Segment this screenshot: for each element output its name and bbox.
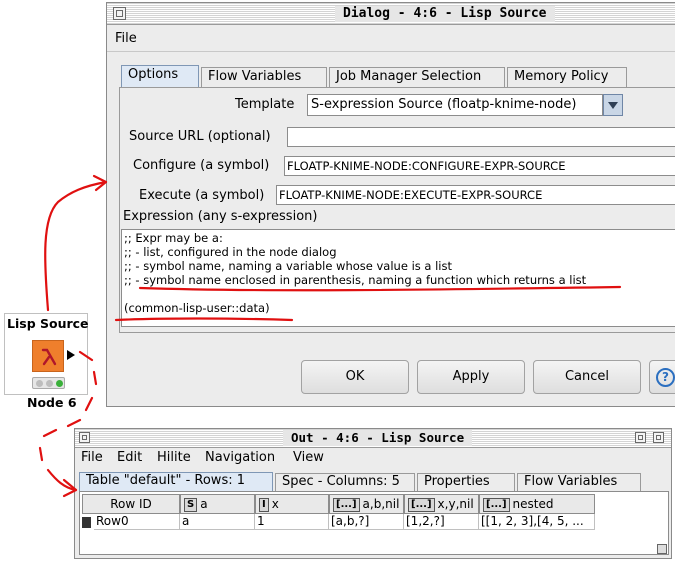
status-light-yellow (46, 380, 53, 387)
status-light-red (36, 380, 43, 387)
column-name: a (200, 497, 208, 511)
dialog-window: Dialog - 4:6 - Lisp Source File Options … (106, 2, 675, 407)
list-type-icon: [...] (408, 498, 435, 512)
menu-view[interactable]: View (293, 450, 324, 465)
chevron-down-icon (608, 102, 618, 109)
ok-button[interactable]: OK (301, 360, 409, 394)
dialog-menubar: File (107, 25, 675, 51)
template-label: Template (235, 97, 295, 112)
execute-label: Execute (a symbol) (139, 188, 265, 203)
help-button[interactable]: ? (649, 360, 675, 394)
menubar-divider (107, 51, 675, 52)
list-type-icon: [...] (333, 498, 360, 512)
template-select[interactable]: S-expression Source (floatp-knime-node) (307, 94, 603, 116)
column-name: a,b,nil (362, 497, 400, 511)
row-selection-marker[interactable] (82, 517, 91, 528)
column-header-nested[interactable]: [...] nested (479, 494, 595, 514)
expression-label: Expression (any s-expression) (123, 209, 318, 224)
maximize-icon[interactable] (653, 432, 664, 443)
template-dropdown-button[interactable] (603, 94, 623, 116)
out-titlebar[interactable]: Out - 4:6 - Lisp Source (75, 429, 671, 448)
table-cell[interactable]: [a,b,?] (329, 514, 404, 530)
lambda-icon (32, 340, 64, 372)
expression-line: ;; - symbol name, naming a variable whos… (124, 259, 453, 273)
table-cell[interactable]: 1 (255, 514, 329, 530)
column-header-xynil[interactable]: [...] x,y,nil (404, 494, 479, 514)
column-header-x[interactable]: Ix (255, 494, 329, 514)
menu-file[interactable]: File (81, 450, 103, 465)
resize-grip-icon[interactable] (657, 544, 667, 554)
window-menu-icon[interactable] (113, 7, 126, 20)
node-status-lights (32, 377, 65, 389)
lisp-source-node[interactable]: Lisp Source (4, 313, 89, 395)
help-icon: ? (656, 368, 675, 387)
window-menu-icon[interactable] (79, 432, 90, 443)
menu-file[interactable]: File (115, 31, 137, 46)
node-caption: Node 6 (27, 395, 77, 410)
expression-textarea[interactable]: ;; Expr may be a: ;; - list, configured … (121, 229, 675, 327)
source-url-input[interactable] (287, 127, 675, 147)
expression-line: ;; - symbol name enclosed in parenthesis… (124, 273, 587, 287)
column-header-a[interactable]: Sa (180, 494, 255, 514)
tab-flow-variables[interactable]: Flow Variables (517, 473, 641, 491)
apply-button[interactable]: Apply (417, 360, 525, 394)
out-title: Out - 4:6 - Lisp Source (283, 430, 473, 446)
table-cell[interactable]: a (180, 514, 255, 530)
data-table: Row ID Sa Ix [...] a,b,nil [...] x,y,nil [… (79, 491, 669, 555)
arrow-to-dialog (44, 180, 108, 312)
tab-options[interactable]: Options (121, 65, 199, 87)
arrow-to-dialog-head (92, 174, 108, 192)
out-table-window: Out - 4:6 - Lisp Source File Edit Hilite… (74, 428, 672, 559)
column-header-abnil[interactable]: [...] a,b,nil (329, 494, 404, 514)
configure-label: Configure (a symbol) (133, 158, 270, 173)
row-id-cell[interactable]: Row0 (94, 514, 180, 530)
dialog-title: Dialog - 4:6 - Lisp Source (335, 6, 555, 22)
menu-hilite[interactable]: Hilite (157, 450, 191, 465)
tab-spec[interactable]: Spec - Columns: 5 (275, 473, 415, 491)
column-header-rowid[interactable]: Row ID (82, 494, 180, 514)
menu-edit[interactable]: Edit (117, 450, 142, 465)
dialog-titlebar[interactable]: Dialog - 4:6 - Lisp Source (107, 3, 675, 25)
list-type-icon: [...] (483, 498, 510, 512)
table-cell[interactable]: [1,2,?] (404, 514, 479, 530)
expression-line: ;; - list, configured in the node dialog (124, 245, 337, 259)
integer-type-icon: I (259, 498, 269, 512)
status-light-green (56, 380, 63, 387)
menu-navigation[interactable]: Navigation (205, 450, 275, 465)
expression-line: (common-lisp-user::data) (124, 301, 270, 315)
expression-line: ;; Expr may be a: (124, 231, 223, 245)
column-name: x (271, 497, 279, 511)
tab-properties[interactable]: Properties (417, 473, 515, 491)
cancel-button[interactable]: Cancel (533, 360, 641, 394)
out-menubar: File Edit Hilite Navigation View (75, 448, 671, 470)
node-title: Lisp Source (7, 316, 89, 331)
arrow-to-out-tab (46, 468, 78, 492)
tab-job-manager-selection[interactable]: Job Manager Selection (329, 67, 505, 87)
column-name: x,y,nil (437, 497, 474, 511)
source-url-label: Source URL (optional) (129, 129, 271, 144)
tab-memory-policy[interactable]: Memory Policy (507, 67, 627, 87)
output-port-icon[interactable] (67, 350, 75, 360)
tab-table-default[interactable]: Table "default" - Rows: 1 (79, 472, 273, 491)
string-type-icon: S (184, 498, 198, 512)
minimize-icon[interactable] (635, 432, 646, 443)
table-cell[interactable]: [[1, 2, 3],[4, 5, ... (479, 514, 595, 530)
configure-input[interactable]: FLOATP-KNIME-NODE:CONFIGURE-EXPR-SOURCE (284, 156, 675, 176)
tab-flow-variables[interactable]: Flow Variables (201, 67, 327, 87)
execute-input[interactable]: FLOATP-KNIME-NODE:EXECUTE-EXPR-SOURCE (276, 185, 675, 205)
column-name: nested (512, 497, 554, 511)
